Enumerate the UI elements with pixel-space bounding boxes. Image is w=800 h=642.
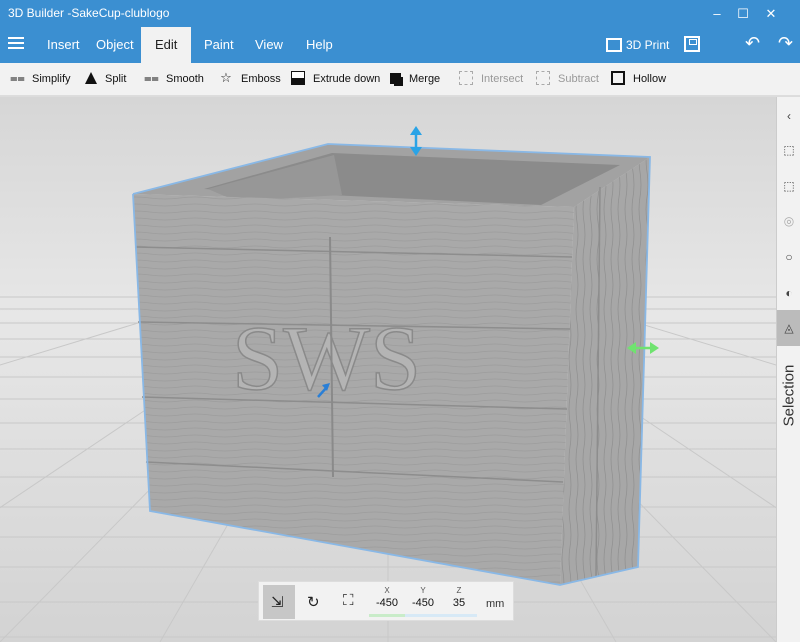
z-coordinate-field[interactable]: Z 35 (441, 586, 477, 617)
split-button[interactable]: Split (85, 63, 126, 96)
menu-help[interactable]: Help (292, 27, 347, 63)
simplify-icon: ⩵ (10, 70, 25, 86)
y-value: -450 (411, 597, 435, 609)
z-field-underline (441, 614, 477, 617)
menu-object[interactable]: Object (82, 27, 148, 63)
x-field-underline (369, 614, 405, 617)
close-icon[interactable]: ✕ (758, 0, 784, 27)
model-logo-text: SWS (232, 307, 421, 409)
redo-icon[interactable]: ↷ (778, 33, 793, 54)
menu-view[interactable]: View (241, 27, 297, 63)
extrude-down-button[interactable]: Extrude down (291, 63, 380, 96)
move-mode-button[interactable]: ⇲ (263, 585, 295, 619)
select-faces-icon[interactable]: ⬚ (782, 179, 796, 193)
3d-print-label: 3D Print (626, 38, 670, 52)
transform-bar: ⇲ ↻ ⛶ X -450 Y -450 Z 35 mm (258, 581, 514, 621)
simplify-label: Simplify (32, 73, 71, 85)
hollow-icon (611, 71, 625, 86)
hamburger-menu-icon[interactable] (8, 37, 24, 51)
simplify-button[interactable]: ⩵ Simplify (10, 63, 71, 96)
undo-icon[interactable]: ↶ (745, 33, 760, 54)
right-panel: ‹ ⬚ ⬚ ◎ ○ ◐ ◬ Selection (776, 97, 800, 642)
y-coordinate-field[interactable]: Y -450 (405, 586, 441, 617)
sake-cup-model[interactable]: SWS (132, 143, 651, 586)
box-side-grain (560, 157, 650, 585)
unit-label[interactable]: mm (486, 598, 504, 610)
split-label: Split (105, 73, 127, 85)
split-icon (85, 72, 97, 85)
save-icon[interactable] (684, 36, 700, 52)
x-coordinate-field[interactable]: X -450 (369, 586, 405, 617)
y-label: Y (420, 586, 426, 595)
minimize-icon[interactable]: – (704, 0, 730, 27)
hollow-button[interactable]: Hollow (611, 63, 666, 96)
select-vertices-icon[interactable]: ○ (782, 250, 796, 264)
merge-icon (390, 72, 401, 84)
extrude-down-icon (291, 71, 305, 86)
subtract-icon (536, 71, 550, 86)
title-bar: 3D Builder -SakeCup-clublogo – ☐ ✕ (0, 0, 800, 27)
emboss-label: Emboss (241, 73, 281, 85)
y-field-underline (405, 614, 441, 617)
subtract-button[interactable]: Subtract (536, 63, 599, 96)
3d-viewport[interactable]: SWS (0, 97, 776, 642)
select-objects-icon[interactable]: ⬚ (782, 143, 796, 157)
merge-label: Merge (409, 73, 441, 85)
z-label: Z (456, 586, 462, 595)
emboss-button[interactable]: ☆ Emboss (219, 63, 281, 96)
smooth-label: Smooth (166, 73, 204, 85)
smooth-button[interactable]: ⩵ Smooth (144, 63, 204, 96)
x-label: X (384, 586, 390, 595)
select-mesh-icon[interactable]: ◐ (782, 286, 796, 300)
selection-triangle-icon: ◬ (784, 321, 794, 335)
menu-paint[interactable]: Paint (190, 27, 248, 63)
hollow-label: Hollow (633, 73, 667, 85)
subtract-label: Subtract (558, 73, 599, 85)
intersect-button[interactable]: Intersect (459, 63, 523, 96)
move-icon: ⇲ (271, 594, 284, 611)
z-value: 35 (452, 597, 466, 609)
menu-bar: Insert Object Edit Paint View Help 3D Pr… (0, 27, 800, 63)
star-icon: ☆ (220, 70, 232, 86)
intersect-icon (459, 71, 473, 86)
rotate-icon[interactable]: ↻ (307, 593, 320, 611)
menu-edit[interactable]: Edit (141, 27, 192, 63)
merge-button[interactable]: Merge (390, 63, 440, 96)
printer-icon (606, 37, 622, 52)
window-title: 3D Builder -SakeCup-clublogo (8, 6, 170, 20)
maximize-icon[interactable]: ☐ (730, 0, 756, 27)
extrude-down-label: Extrude down (313, 73, 381, 85)
smooth-icon: ⩵ (144, 70, 159, 86)
edit-toolbar: ⩵ Simplify Split ⩵ Smooth ☆ Emboss Extrude … (0, 63, 800, 96)
collapse-panel-icon[interactable]: ‹ (782, 109, 796, 123)
x-value: -450 (375, 597, 399, 609)
scene-canvas[interactable]: SWS (0, 97, 776, 642)
scale-icon[interactable]: ⛶ (343, 592, 354, 609)
select-edges-icon[interactable]: ◎ (782, 214, 796, 228)
intersect-label: Intersect (481, 73, 524, 85)
3d-print-button[interactable]: 3D Print (606, 27, 669, 63)
selection-panel-label[interactable]: Selection (781, 362, 798, 430)
selection-mode-active[interactable]: ◬ (777, 310, 800, 346)
